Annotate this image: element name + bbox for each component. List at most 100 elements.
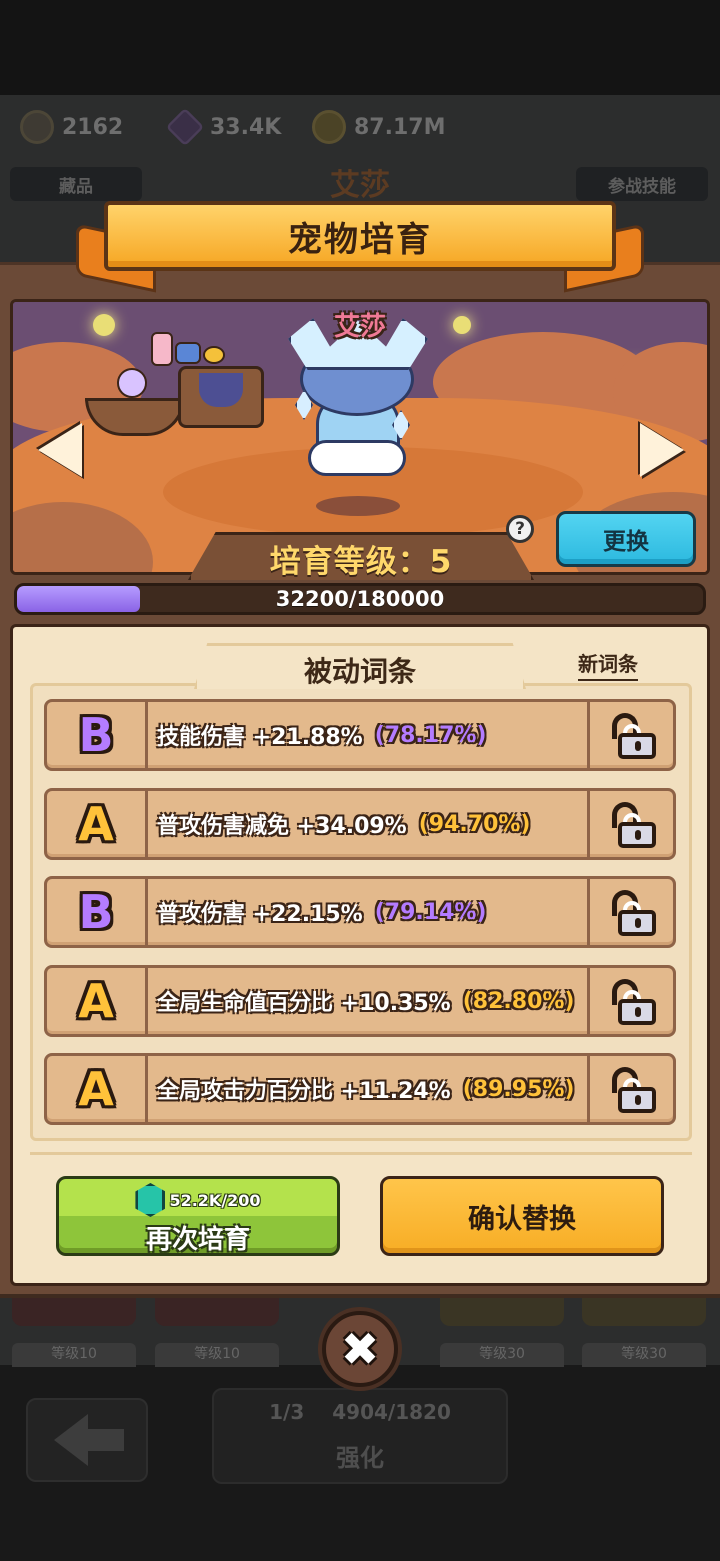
lock-toggle[interactable] [587, 968, 673, 1034]
enhance-costs: 1/3 4904/1820 [214, 1400, 506, 1424]
currency-gold-value: 87.17M [354, 114, 446, 140]
grade-cell: A [47, 791, 148, 857]
confirm-replace-button[interactable]: 确认替换 [380, 1176, 664, 1256]
bg-level-tag: 等级10 [12, 1343, 136, 1367]
bg-slot [440, 1296, 564, 1326]
affix-row: B 普攻伤害 +22.15% (79.14%) [44, 876, 676, 948]
enhance-button: 1/3 4904/1820 强化 [212, 1388, 508, 1484]
grade-badge: A [78, 974, 114, 1028]
affix-stat: 普攻伤害减免 +34.09% [157, 814, 407, 839]
keyhole [634, 918, 641, 928]
bg-slot [12, 1296, 136, 1326]
affix-row: A 全局生命值百分比 +10.35% (82.80%) [44, 965, 676, 1037]
stone-icon [175, 342, 201, 364]
glow-light [93, 314, 115, 336]
back-arrow-icon [54, 1414, 124, 1466]
banner-flag-icon [199, 373, 243, 407]
pet-name: 艾莎 [333, 312, 386, 342]
lock-toggle[interactable] [587, 702, 673, 768]
affix-row: A 全局攻击力百分比 +11.24% (89.95%) [44, 1053, 676, 1125]
bg-level-tag: 等级30 [440, 1343, 564, 1367]
affix-stat: 全局攻击力百分比 +11.24% [157, 1079, 451, 1104]
affix-text: 技能伤害 +21.88% (78.17%) [157, 702, 486, 768]
grade-badge: B [78, 885, 114, 939]
stone-icon [203, 346, 225, 364]
currency-keys-value: 2162 [62, 114, 124, 140]
keyhole [634, 1007, 641, 1017]
pet-shadow [316, 496, 400, 516]
affix-percent: (78.17%) [374, 722, 487, 748]
grade-badge: B [78, 708, 114, 762]
unlocked-padlock-icon [610, 800, 656, 848]
help-icon[interactable]: ? [506, 515, 534, 543]
keyhole [634, 1095, 641, 1105]
affix-percent: (82.80%) [462, 988, 575, 1014]
currency-cubes: 33.4K [165, 105, 281, 149]
collection-tab: 藏品 [10, 167, 142, 201]
divider [30, 1152, 692, 1155]
bg-slot [582, 1296, 706, 1326]
retrain-cost-value: 52.2K/200 [169, 1190, 261, 1210]
bone-count: 4904/1820 [332, 1400, 451, 1424]
training-level: 培育等级：5 [269, 544, 453, 580]
shard-count: 1/3 [269, 1400, 305, 1424]
progress-text: 32200/180000 [275, 587, 445, 611]
currency-gold: 87.17M [312, 105, 445, 149]
enhance-label: 强化 [336, 1444, 384, 1472]
keyhole [634, 741, 641, 751]
grade-cell: B [47, 879, 148, 945]
modal-title: 宠物培育 [288, 219, 432, 260]
status-bar-area [0, 0, 720, 95]
bg-level-tag: 等级10 [155, 1343, 279, 1367]
padlock-body [617, 999, 656, 1025]
purple-cube-icon [165, 107, 205, 147]
unlocked-padlock-icon [610, 1065, 656, 1113]
grade-cell: A [47, 968, 148, 1034]
affix-stat: 全局生命值百分比 +10.35% [157, 991, 451, 1016]
retrain-button[interactable]: 52.2K/200 再次培育 [56, 1176, 340, 1256]
key-pouch-icon [20, 110, 54, 144]
lock-toggle[interactable] [587, 1056, 673, 1122]
currency-keys: 2162 [20, 105, 123, 149]
padlock-body [617, 822, 656, 848]
padlock-body [617, 910, 656, 936]
unlocked-padlock-icon [610, 977, 656, 1025]
affix-text: 全局生命值百分比 +10.35% (82.80%) [157, 968, 574, 1034]
potion-icon [151, 332, 173, 366]
retrain-cost: 52.2K/200 [59, 1183, 337, 1217]
affix-percent: (89.95%) [462, 1076, 575, 1102]
cabinet [178, 366, 264, 428]
close-button[interactable]: ✖ [322, 1311, 398, 1387]
affix-percent: (79.14%) [374, 899, 487, 925]
grade-badge: A [78, 1062, 114, 1116]
next-pet-arrow-icon[interactable] [640, 423, 684, 477]
unlocked-padlock-icon [610, 888, 656, 936]
retrain-label: 再次培育 [145, 1225, 250, 1255]
title-banner: 宠物培育 [104, 201, 616, 271]
affix-stat: 技能伤害 +21.88% [157, 725, 363, 750]
affix-text: 普攻伤害减免 +34.09% (94.70%) [157, 791, 530, 857]
grade-cell: A [47, 1056, 148, 1122]
close-icon: ✖ [340, 1322, 380, 1376]
new-affix-link[interactable]: 新词条 [578, 648, 638, 681]
unlocked-padlock-icon [610, 711, 656, 759]
pet-training-screen: 2162 33.4K 87.17M 藏品 艾莎 参战技能 等级10 等级10 等… [0, 0, 720, 1561]
background-pet-name: 艾莎 [330, 168, 390, 203]
lock-toggle[interactable] [587, 879, 673, 945]
padlock-body [617, 1087, 656, 1113]
previous-pet-arrow-icon[interactable] [38, 423, 82, 477]
affix-text: 全局攻击力百分比 +11.24% (89.95%) [157, 1056, 574, 1122]
swap-button[interactable]: 更换 [556, 511, 696, 567]
glow-light [453, 316, 471, 334]
gold-coin-icon [312, 110, 346, 144]
keyhole [634, 830, 641, 840]
lock-toggle[interactable] [587, 791, 673, 857]
potion-icon [117, 368, 147, 398]
affix-text: 普攻伤害 +22.15% (79.14%) [157, 879, 486, 945]
back-button [26, 1398, 148, 1482]
bg-slot [155, 1296, 279, 1326]
affix-row: B 技能伤害 +21.88% (78.17%) [44, 699, 676, 771]
padlock-body [617, 733, 656, 759]
grade-badge: A [78, 797, 114, 851]
grade-cell: B [47, 702, 148, 768]
